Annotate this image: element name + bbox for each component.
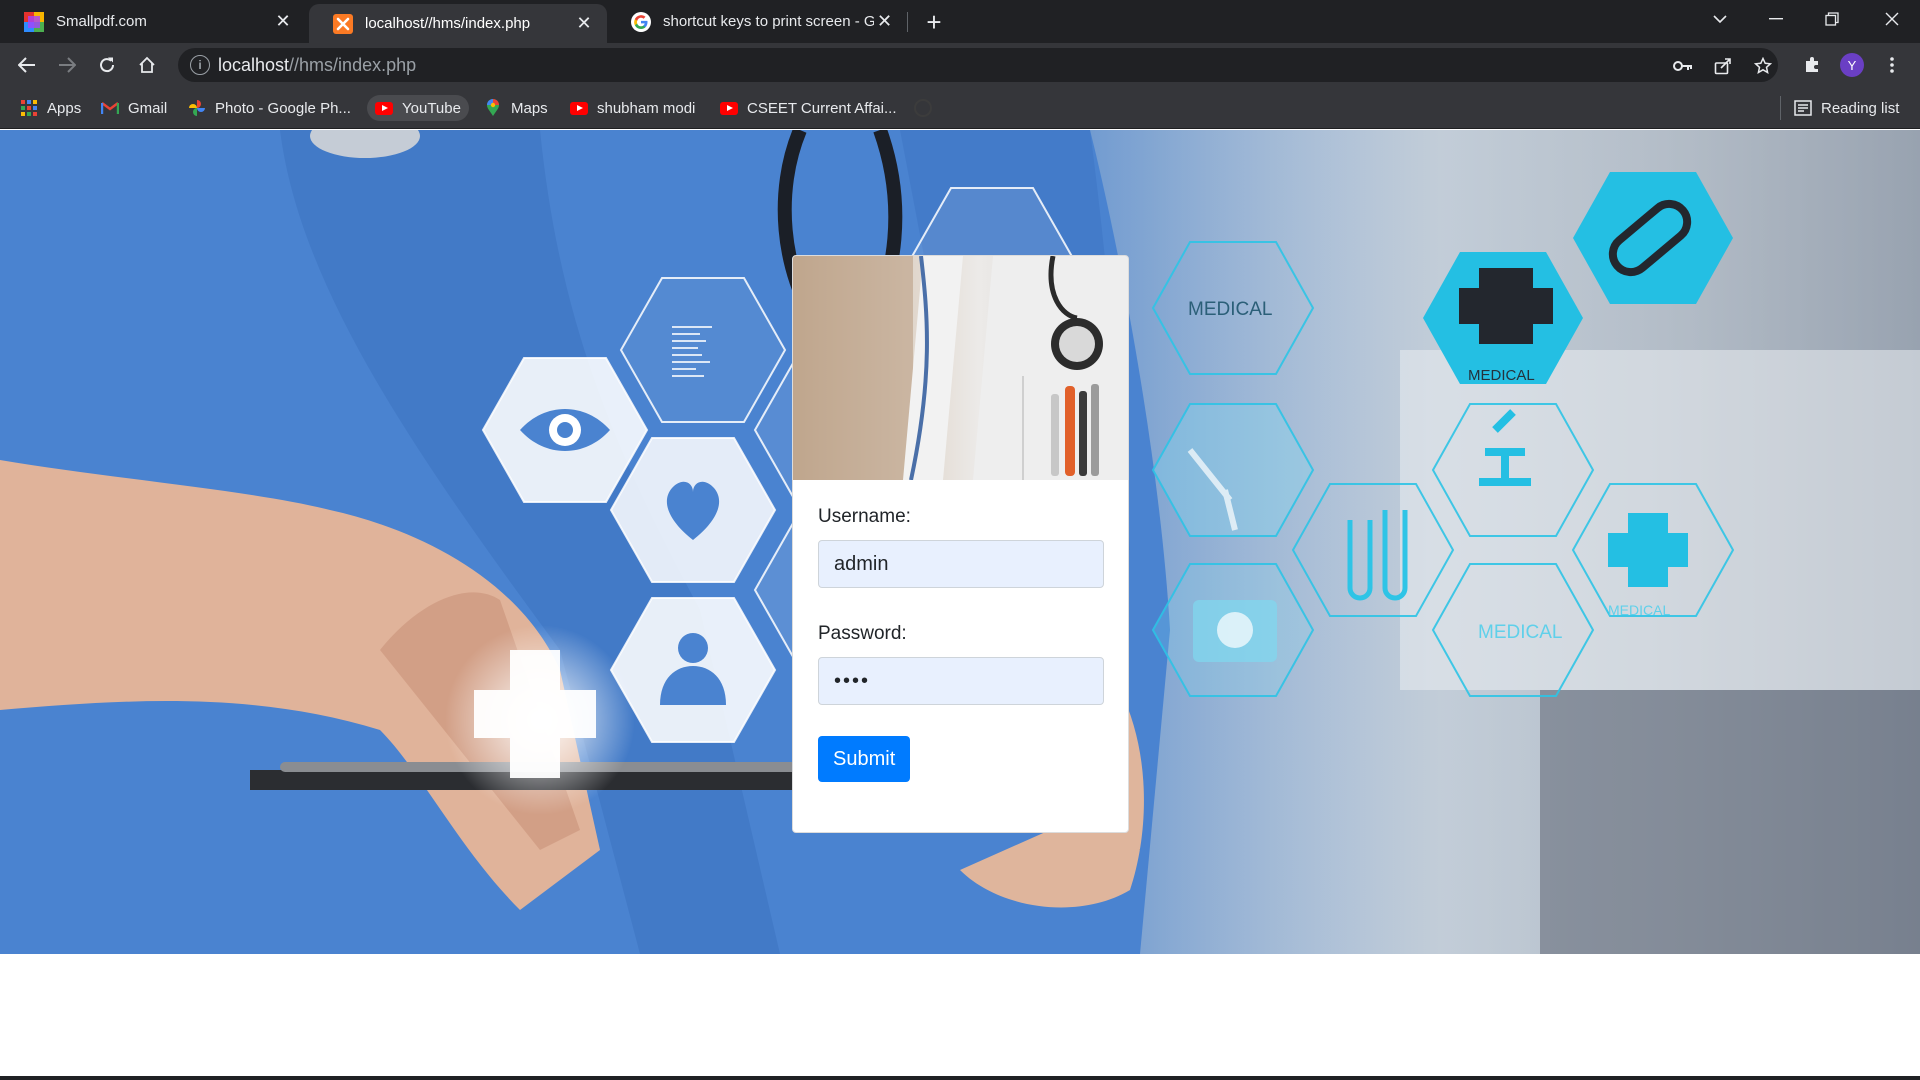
bookmark-label: Apps (47, 99, 82, 117)
bookmark-google-photos[interactable]: Photo - Google Ph... (180, 95, 359, 121)
menu-kebab-icon[interactable] (1876, 49, 1908, 81)
bookmark-label: Maps (511, 99, 548, 117)
home-icon[interactable] (131, 49, 163, 81)
bookmark-github[interactable] (906, 95, 949, 121)
tab-title: Smallpdf.com (56, 13, 147, 30)
bookmark-shubham-modi[interactable]: shubham modi (562, 95, 703, 121)
reading-list-button[interactable]: Reading list (1786, 95, 1907, 121)
bookmark-gmail[interactable]: Gmail (93, 95, 175, 121)
window-bottom-edge (0, 1076, 1920, 1080)
bookmark-maps[interactable]: Maps (476, 95, 556, 121)
youtube-icon (570, 99, 588, 117)
share-icon[interactable] (1710, 53, 1736, 79)
doctor-coat-photo (793, 256, 1128, 480)
profile-avatar[interactable]: Y (1836, 49, 1868, 81)
close-tab-icon[interactable]: ✕ (874, 11, 895, 33)
url-path: //hms/index.php (289, 55, 417, 75)
username-input[interactable] (818, 540, 1104, 588)
youtube-icon (375, 99, 393, 117)
youtube-icon (720, 99, 738, 117)
password-input[interactable] (818, 657, 1104, 705)
tab-google-search[interactable]: shortcut keys to print screen - Go ✕ (607, 0, 907, 43)
url-text[interactable]: localhost//hms/index.php (218, 55, 416, 76)
username-label: Username: (818, 506, 911, 527)
forward-arrow-icon[interactable] (51, 49, 83, 81)
bookmark-label: Photo - Google Ph... (215, 99, 351, 117)
address-bar[interactable]: i localhost//hms/index.php (178, 48, 1778, 82)
tab-title: shortcut keys to print screen - Go (663, 13, 874, 30)
bookmark-label: shubham modi (597, 99, 696, 117)
bookmark-label: CSEET Current Affai... (747, 99, 897, 117)
site-info-icon[interactable]: i (190, 55, 210, 75)
close-window-icon[interactable] (1864, 0, 1920, 38)
new-tab-plus-icon[interactable]: + (920, 7, 948, 37)
bookmark-youtube[interactable]: YouTube (367, 95, 469, 121)
submit-button[interactable]: Submit (818, 736, 911, 782)
extensions-puzzle-icon[interactable] (1796, 49, 1828, 81)
smallpdf-icon (24, 11, 44, 32)
restore-icon[interactable] (1804, 0, 1860, 38)
hex-label-medical-3: MEDICAL (1478, 622, 1562, 643)
login-card: Username: Password: Submit (792, 255, 1129, 833)
hex-label-medical-2: MEDICAL (1468, 367, 1535, 384)
google-icon (631, 11, 651, 32)
reload-icon[interactable] (91, 49, 123, 81)
tab-separator (907, 12, 908, 32)
close-tab-icon[interactable]: ✕ (573, 13, 595, 35)
password-label: Password: (818, 623, 907, 644)
reading-list-label: Reading list (1821, 99, 1900, 117)
browser-toolbar: i localhost//hms/index.php Y (0, 43, 1920, 87)
hex-label-medical-1: MEDICAL (1188, 299, 1272, 320)
key-icon[interactable] (1670, 53, 1696, 79)
tab-localhost[interactable]: localhost//hms/index.php ✕ (309, 4, 607, 43)
login-form: Username: Password: Submit (818, 506, 1105, 782)
profile-initial: Y (1840, 53, 1864, 77)
apps-grid-icon (20, 99, 38, 117)
google-photos-icon (188, 99, 206, 117)
bookmark-apps[interactable]: Apps (12, 95, 89, 121)
hex-label-medical-4: MEDICAL (1608, 602, 1670, 618)
bookmarks-separator (1780, 96, 1781, 120)
minimize-icon[interactable] (1748, 0, 1804, 38)
back-arrow-icon[interactable] (11, 49, 43, 81)
maps-pin-icon (484, 99, 502, 117)
bookmark-star-icon[interactable] (1750, 53, 1776, 79)
bookmark-label: YouTube (402, 99, 461, 117)
tab-search-chevron-icon[interactable] (1692, 0, 1748, 38)
tab-title: localhost//hms/index.php (365, 15, 531, 32)
tab-smallpdf[interactable]: Smallpdf.com ✕ (0, 0, 306, 43)
close-tab-icon[interactable]: ✕ (272, 11, 294, 33)
tab-strip: Smallpdf.com ✕ localhost//hms/index.php … (0, 0, 1920, 43)
bookmark-label: Gmail (128, 99, 168, 117)
page-content: MEDICAL MEDICAL MEDICAL MEDICAL Username… (0, 130, 1920, 1080)
bookmarks-bar: Apps Gmail Photo - Google Ph... YouTube … (0, 87, 1920, 129)
xampp-icon (333, 13, 353, 34)
url-host: localhost (218, 55, 290, 75)
gmail-icon (101, 99, 119, 117)
bookmark-cseet[interactable]: CSEET Current Affai... (712, 95, 905, 121)
github-icon (914, 99, 932, 117)
hero-background-image: MEDICAL MEDICAL MEDICAL MEDICAL Username… (0, 130, 1920, 954)
reading-list-icon (1794, 99, 1812, 117)
